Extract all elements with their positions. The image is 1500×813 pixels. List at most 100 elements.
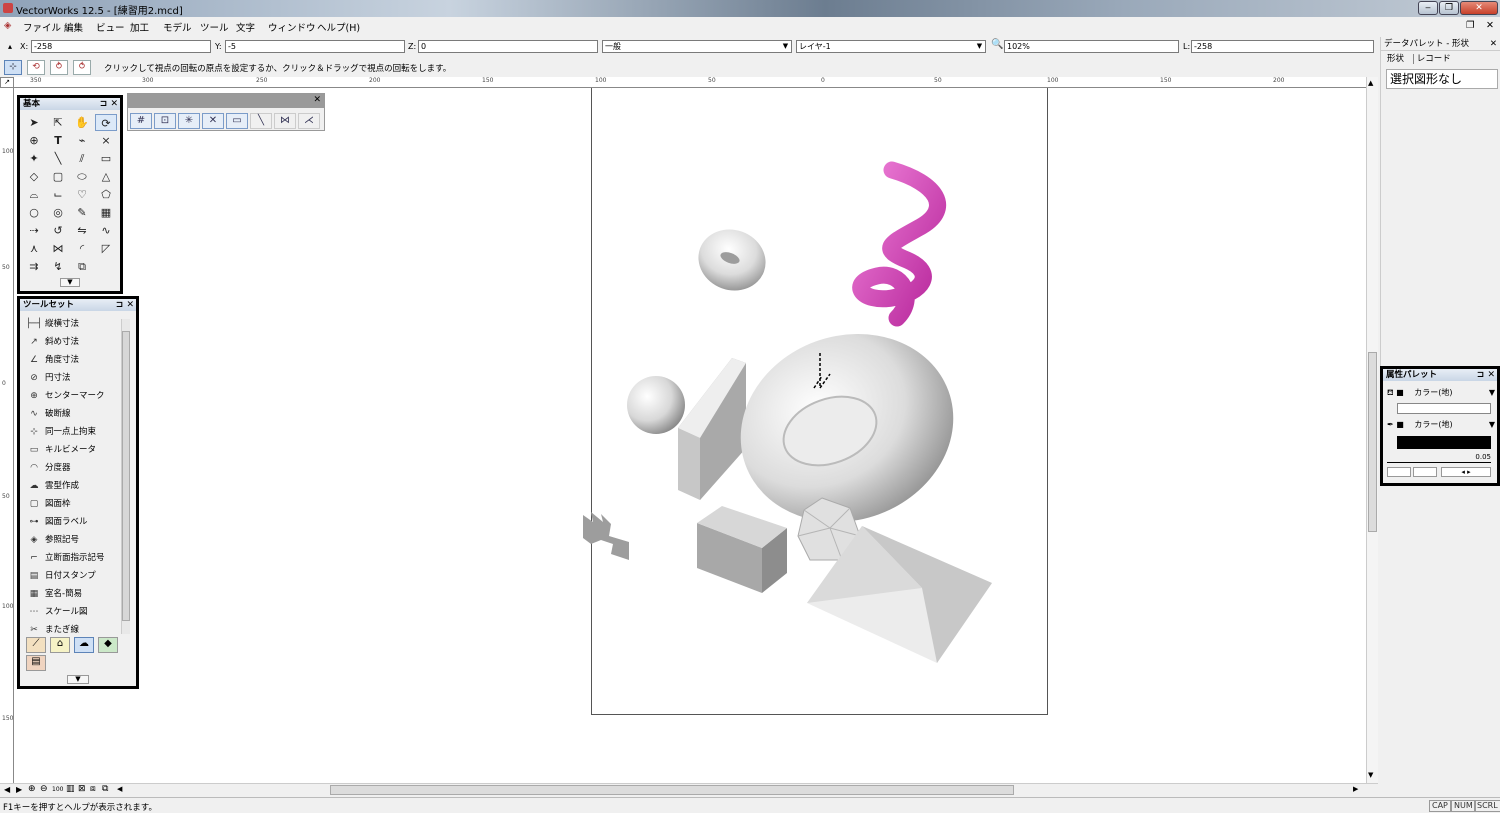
close-icon[interactable]: ✕ bbox=[110, 99, 118, 109]
2d-locus-tool-icon[interactable]: ✦ bbox=[23, 150, 45, 167]
scroll-down-icon[interactable]: ▼ bbox=[1368, 771, 1373, 779]
toolset-item[interactable]: ↗ 斜め寸法 bbox=[23, 333, 119, 351]
callout-tool-icon[interactable]: ⌁ bbox=[71, 132, 93, 149]
minimize-button[interactable]: ‒ bbox=[1418, 1, 1438, 15]
menu-edit[interactable]: 編集 bbox=[64, 20, 83, 34]
snap-object-icon[interactable]: ⊡ bbox=[154, 113, 176, 129]
basic-palette-header[interactable]: 基本 ⊐ ✕ bbox=[20, 98, 120, 110]
dimension-toolset-icon[interactable]: ⟋ bbox=[26, 637, 46, 653]
triangle-tool-icon[interactable]: △ bbox=[95, 168, 117, 185]
close-icon[interactable]: ✕ bbox=[313, 95, 321, 105]
arc-tool-icon[interactable]: ⌓ bbox=[23, 186, 45, 203]
toolset-item[interactable]: ⊹ 同一点上拘束 bbox=[23, 423, 119, 441]
scroll-left-icon[interactable]: ◀ bbox=[117, 785, 122, 793]
rotated-rectangle-tool-icon[interactable]: ◇ bbox=[23, 168, 45, 185]
horizontal-scrollbar[interactable]: ◀ ▶ ⊕ ⊖ 100 ▥ ⊠ ⧈ ⧉ ◀ ▶ bbox=[0, 783, 1378, 796]
zoom-field[interactable]: 102% bbox=[1004, 40, 1179, 53]
rotate-tool-icon[interactable]: ↺ bbox=[47, 222, 69, 239]
toolset-item[interactable]: ▤ 日付スタンプ bbox=[23, 567, 119, 585]
text-tool-icon[interactable]: T bbox=[47, 132, 69, 149]
expand-palette-icon[interactable]: ▼ bbox=[60, 278, 80, 287]
2d-reshape-tool-icon[interactable]: ⇱ bbox=[47, 114, 69, 131]
toolset-item[interactable]: ⌐ 立断面指示記号 bbox=[23, 549, 119, 567]
menu-model[interactable]: モデル bbox=[163, 20, 192, 34]
toolset-item[interactable]: ├─┤ 縦横寸法 bbox=[23, 315, 119, 333]
arrowhead-left[interactable] bbox=[1387, 467, 1411, 477]
scroll-right-icon[interactable]: ▶ bbox=[1353, 785, 1358, 793]
polygon-tool-icon[interactable]: ⬠ bbox=[95, 186, 117, 203]
attribute-mapping-tool-icon[interactable]: ▦ bbox=[95, 204, 117, 221]
coord-bar-arrow-icon[interactable]: ▴ bbox=[8, 42, 12, 51]
extra-toolset-icon[interactable]: ▤ bbox=[26, 655, 46, 671]
scrollbar-thumb[interactable] bbox=[122, 331, 130, 621]
zoom-in-icon[interactable]: ⊕ bbox=[28, 784, 36, 794]
3d-toolset-icon[interactable]: ◆ bbox=[98, 637, 118, 653]
eyedropper-tool-icon[interactable]: ✎ bbox=[71, 204, 93, 221]
chamfer-tool-icon[interactable]: ◸ bbox=[95, 240, 117, 257]
annotation-toolset-icon[interactable]: ☁ bbox=[74, 637, 94, 653]
zoom-out-icon[interactable]: ⊖ bbox=[40, 784, 48, 794]
menu-modify[interactable]: 加工 bbox=[130, 20, 149, 34]
flyover-tool-icon[interactable]: ⟳ bbox=[95, 114, 117, 131]
freehand-tool-icon[interactable]: ♡ bbox=[71, 186, 93, 203]
zoom-tool-icon[interactable]: ⊕ bbox=[23, 132, 45, 149]
rotate-mode-4-icon[interactable]: ⥀ bbox=[73, 60, 91, 75]
split-tool-icon[interactable]: ⋏ bbox=[23, 240, 45, 257]
snap-distance-icon[interactable]: ▭ bbox=[226, 113, 248, 129]
pin-icon[interactable]: ⊐ bbox=[100, 99, 108, 109]
rounded-rectangle-tool-icon[interactable]: ▢ bbox=[47, 168, 69, 185]
pin-icon[interactable]: ⊐ bbox=[1477, 370, 1485, 380]
toolset-item[interactable]: ∠ 角度寸法 bbox=[23, 351, 119, 369]
tab-record[interactable]: レコード bbox=[1412, 54, 1451, 64]
y-field[interactable]: -5 bbox=[225, 40, 405, 53]
doc-restore-button[interactable]: ❐ bbox=[1466, 20, 1475, 31]
menu-view[interactable]: ビュー bbox=[96, 20, 125, 34]
horizontal-scroll-thumb[interactable] bbox=[330, 785, 1014, 795]
toolset-item[interactable]: ◈ 参照記号 bbox=[23, 531, 119, 549]
spiral-tool-icon[interactable]: ◎ bbox=[47, 204, 69, 221]
class-dropdown[interactable]: 一般 ▼ bbox=[602, 40, 792, 53]
layer-dropdown[interactable]: レイヤ-1 ▼ bbox=[796, 40, 986, 53]
toolset-item[interactable]: ⊕ センターマーク bbox=[23, 387, 119, 405]
vertical-ruler[interactable]: 100 50 0 50 100 150 bbox=[0, 88, 14, 783]
clip-tool-icon[interactable]: ⧉ bbox=[71, 258, 93, 275]
menu-text[interactable]: 文字 bbox=[236, 20, 255, 34]
snap-point-icon[interactable]: ⋈ bbox=[274, 113, 296, 129]
fill-preview[interactable] bbox=[1397, 403, 1491, 414]
next-view-icon[interactable]: ⧉ bbox=[102, 784, 108, 794]
zigzag-shape[interactable] bbox=[581, 510, 633, 562]
menu-help[interactable]: ヘルプ(H) bbox=[317, 20, 360, 34]
scroll-up-icon[interactable]: ▲ bbox=[1368, 79, 1373, 87]
selection-tool-icon[interactable]: ➤ bbox=[23, 114, 45, 131]
connect-tool-icon[interactable]: ∿ bbox=[95, 222, 117, 239]
line-tool-icon[interactable]: ╲ bbox=[47, 150, 69, 167]
pen-attribute-row[interactable]: ✒ ■ カラー(地) ▼ bbox=[1387, 418, 1497, 432]
menu-file[interactable]: ファイル bbox=[23, 20, 61, 34]
toolset-palette-header[interactable]: ツールセット ⊐ ✕ bbox=[20, 299, 136, 311]
fit-objects-icon[interactable]: ⊠ bbox=[78, 784, 86, 794]
menu-tool[interactable]: ツール bbox=[200, 20, 229, 34]
mirror-tool-icon[interactable]: ⇋ bbox=[71, 222, 93, 239]
toolset-item[interactable]: ▢ 図面枠 bbox=[23, 495, 119, 513]
page-prev-icon[interactable]: ◀ bbox=[4, 785, 10, 794]
toolset-item[interactable]: ⊘ 円寸法 bbox=[23, 369, 119, 387]
toolset-item[interactable]: ▦ 室名-簡易 bbox=[23, 585, 119, 603]
rotate-mode-2-icon[interactable]: ⟲ bbox=[27, 60, 45, 75]
line-weight[interactable]: 0.05 bbox=[1387, 453, 1491, 463]
tab-shape[interactable]: 形状 bbox=[1387, 54, 1404, 64]
vertical-scroll-thumb[interactable] bbox=[1368, 352, 1377, 532]
toolset-scrollbar[interactable] bbox=[121, 319, 130, 634]
pen-preview[interactable] bbox=[1397, 436, 1491, 449]
snap-palette-header[interactable]: ✕ bbox=[128, 94, 324, 108]
circle-tool-icon[interactable]: ○ bbox=[23, 204, 45, 221]
snap-intersection-icon[interactable]: ✕ bbox=[202, 113, 224, 129]
toolset-item[interactable]: ▭ キルビメータ bbox=[23, 441, 119, 459]
attribute-palette-header[interactable]: 属性パレット ⊐ ✕ bbox=[1383, 369, 1497, 381]
snap-angle-icon[interactable]: ✳ bbox=[178, 113, 200, 129]
offset-tool-icon[interactable]: ⇉ bbox=[23, 258, 45, 275]
move-by-points-tool-icon[interactable]: ⇢ bbox=[23, 222, 45, 239]
snap-grid-icon[interactable]: # bbox=[130, 113, 152, 129]
snap-edge-icon[interactable]: ⋌ bbox=[298, 113, 320, 129]
close-icon[interactable]: ✕ bbox=[126, 300, 134, 310]
data-palette-header[interactable]: データパレット - 形状 ✕ bbox=[1381, 37, 1500, 51]
